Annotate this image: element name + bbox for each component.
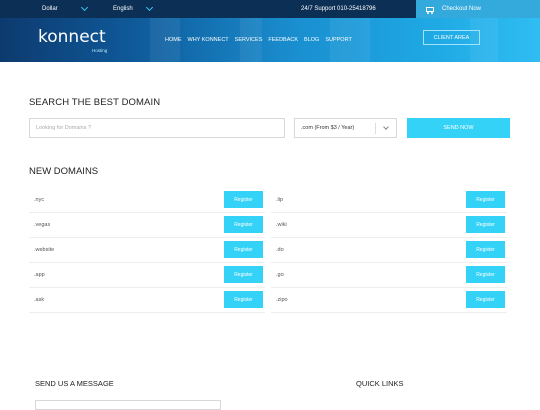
select-divider [375,123,376,134]
send-message-title: SEND US A MESSAGE [35,379,114,388]
domain-row: .do Register [271,238,507,263]
domain-row: .ask Register [29,288,265,313]
nav-services[interactable]: SERVICES [235,37,263,43]
register-button[interactable]: Register [224,291,263,308]
language-select[interactable]: English [113,0,153,18]
register-button[interactable]: Register [466,291,505,308]
chevron-down-icon [145,3,153,12]
cart-icon [426,6,434,14]
currency-select[interactable]: Dollar [42,0,88,18]
register-button[interactable]: Register [224,191,263,208]
nav-support[interactable]: SUPPORT [325,37,352,43]
search-title: SEARCH THE BEST DOMAIN [29,97,161,108]
domain-name: .ask [34,297,45,303]
domain-search-input[interactable]: Looking for Domains ? [29,118,285,138]
domain-row: .wiki Register [271,213,507,238]
register-button[interactable]: Register [466,191,505,208]
currency-label: Dollar [42,6,58,12]
domain-row: .vegas Register [29,213,265,238]
domain-name: .website [34,247,55,253]
domain-row: .website Register [29,238,265,263]
register-button[interactable]: Register [224,241,263,258]
domain-row: .zipo Register [271,288,507,313]
nav-why-konnect[interactable]: WHY KONNECT [188,37,229,43]
nav-blog[interactable]: BLOG [304,37,319,43]
domain-row: .lip Register [271,188,507,213]
message-name-field[interactable] [35,400,221,410]
domain-name: .go [276,272,284,278]
domain-name: .app [34,272,45,278]
client-area-button[interactable]: CLIENT AREA [423,30,480,45]
domain-row: .go Register [271,263,507,288]
domain-row: .app Register [29,263,265,288]
register-button[interactable]: Register [224,266,263,283]
main-nav: HOME WHY KONNECT SERVICES FEEDBACK BLOG … [165,18,352,62]
chevron-down-icon [383,124,389,130]
register-button[interactable]: Register [466,241,505,258]
nav-feedback[interactable]: FEEDBACK [268,37,298,43]
domain-name: .zipo [276,297,288,303]
quick-links-title: QUICK LINKS [356,379,404,388]
checkout-button[interactable]: Checkout Now [416,0,540,18]
send-now-button[interactable]: SEND NOW [407,118,510,138]
domain-name: .lip [276,197,284,203]
tld-select-value: .com (From $3 / Year) [301,125,355,131]
domain-name: .wiki [276,222,287,228]
top-bar: Dollar English 24/7 Support 010-25418796… [0,0,540,18]
logo[interactable]: konnect [38,27,106,47]
register-button[interactable]: Register [466,216,505,233]
tld-select[interactable]: .com (From $3 / Year) [294,118,397,138]
domain-name: .do [276,247,284,253]
logo-subtitle: Hosting [92,48,108,53]
new-domains-title: NEW DOMAINS [29,166,99,177]
domain-row: .nyc Register [29,188,265,213]
site-header: konnect Hosting HOME WHY KONNECT SERVICE… [0,18,540,62]
nav-home[interactable]: HOME [165,37,182,43]
register-button[interactable]: Register [466,266,505,283]
domain-name: .nyc [34,197,45,203]
chevron-down-icon [80,3,88,12]
checkout-label: Checkout Now [442,6,482,12]
register-button[interactable]: Register [224,216,263,233]
language-label: English [113,6,133,12]
domain-name: .vegas [34,222,51,228]
support-phone: 24/7 Support 010-25418796 [301,6,376,12]
